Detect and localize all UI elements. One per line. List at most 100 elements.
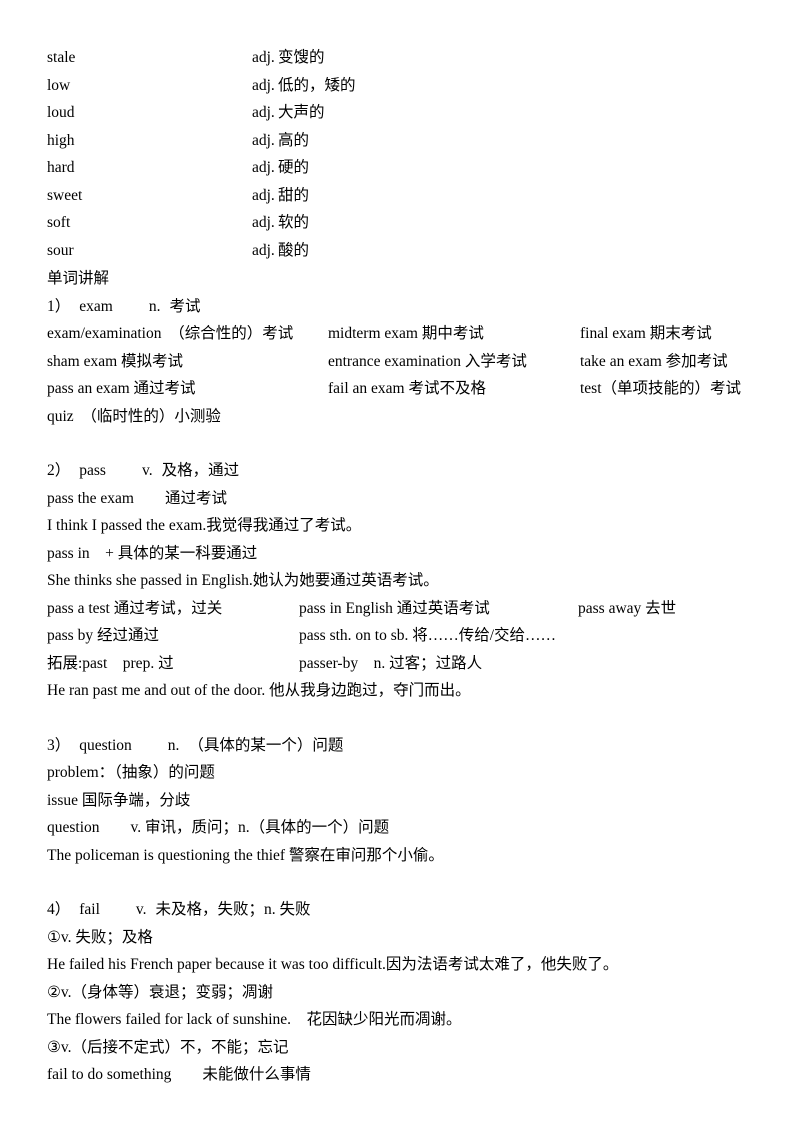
phrase-cell: exam/examination （综合性的）考试 [47,325,294,342]
phrase-cell: pass sth. on to sb. 将……传给/交给…… [299,627,557,644]
entry-pos: n. [167,736,180,754]
sense-gloss: ③v.（后接不定式）不，不能；忘记 [47,1034,747,1062]
vocabulary-definition: 酸的 [278,241,310,259]
entry-example: I think I passed the exam.我觉得我通过了考试。 [47,517,362,534]
vocabulary-definition: 硬的 [278,159,310,176]
entry-definition: 考试 [169,297,201,315]
entry-word: question [79,736,132,754]
entry-word: exam [79,297,113,315]
vocabulary-pos: adj. [252,49,275,66]
entry-line: problem：（抽象）的问题 [47,764,215,781]
entry-heading-pass: 2） pass v. 及格，通过 [47,457,747,485]
vocabulary-pos: adj. [252,214,275,231]
entry-word: fail [79,901,100,918]
vocabulary-word: loud [47,104,75,121]
vocabulary-definition: 高的 [278,131,310,149]
phrase-cell: entrance examination 入学考试 [328,352,527,370]
vocabulary-definition: 甜的 [278,186,310,204]
entry-number: 1） [47,297,71,315]
sense-marker: ③ [47,1038,61,1056]
entry-example: She thinks she passed in English.她认为她要通过… [47,572,439,589]
phrase-cell: pass away 去世 [578,599,677,617]
vocabulary-word: sour [47,241,74,259]
vocabulary-word: soft [47,214,71,231]
entry-definition: （具体的某一个）问题 [188,736,344,754]
entry-number: 3） [47,736,71,754]
entry-tail-line: quiz （临时性的）小测验 [47,407,221,425]
phrase-cell: 拓展:past prep. 过 [47,654,174,672]
phrase-cell: passer-by n. 过客；过路人 [299,654,483,672]
sense-text: v.（后接不定式）不，不能；忘记 [60,1038,289,1056]
phrase-row: 拓展:past prep. 过 passer-by n. 过客；过路人 [47,650,747,678]
vocabulary-pos: adj. [252,76,275,94]
entry-definition: 及格，通过 [161,462,240,479]
entry-example: The policeman is questioning the thief 警… [47,846,444,864]
entry-number: 2） [47,462,71,479]
vocabulary-pos: adj. [252,186,275,204]
phrase-row: exam/examination （综合性的）考试 midterm exam 期… [47,320,747,348]
vocabulary-row: sour adj. 酸的 [47,238,747,266]
phrase-row: pass an exam 通过考试 fail an exam 考试不及格 tes… [47,375,747,403]
entry-pos: n. [148,297,161,315]
vocabulary-row: soft adj. 软的 [47,210,747,238]
phrase-row: pass a test 通过考试，过关 pass in English 通过英语… [47,595,747,623]
entry-pos: v. [141,462,153,479]
vocabulary-pos: adj. [252,241,275,259]
vocabulary-pos: adj. [252,131,275,149]
phrase-cell: fail an exam 考试不及格 [328,380,486,397]
vocabulary-definition: 低的，矮的 [278,76,356,94]
entry-line: issue 国际争端，分歧 [47,791,191,809]
vocabulary-row: high adj. 高的 [47,128,747,156]
vocabulary-definition: 软的 [278,214,310,231]
entry-line: pass in + 具体的某一科要通过 [47,544,258,562]
entry-heading-question: 3） question n. （具体的某一个）问题 [47,732,747,760]
phrase-cell: test（单项技能的）考试 [580,380,742,397]
entry-example: He ran past me and out of the door. 他从我身… [47,682,471,699]
section-title: 单词讲解 [47,270,110,287]
sense-example: The flowers failed for lack of sunshine.… [47,1011,462,1028]
vocabulary-pos: adj. [252,159,275,176]
sense-example: He failed his French paper because it wa… [47,956,619,973]
sense-text: v.（身体等）衰退；变弱；凋谢 [60,983,274,1001]
phrase-row: pass by 经过通过 pass sth. on to sb. 将……传给/交… [47,622,747,650]
sense-gloss: ②v.（身体等）衰退；变弱；凋谢 [47,979,747,1007]
sense-gloss: ①v. 失败；及格 [47,924,747,952]
vocabulary-word: stale [47,49,76,66]
entry-definition: 未及格，失败；n. 失败 [155,901,311,918]
entry-word: pass [79,462,106,479]
entry-heading-exam: 1） exam n. 考试 [47,293,747,321]
vocabulary-row: loud adj. 大声的 [47,100,747,128]
sense-example: fail to do something 未能做什么事情 [47,1066,311,1083]
sense-marker: ② [47,983,61,1001]
phrase-row: sham exam 模拟考试 entrance examination 入学考试… [47,348,747,376]
vocabulary-row: stale adj. 变馊的 [47,45,747,73]
entry-number: 4） [47,901,71,918]
document-page: stale adj. 变馊的 low adj. 低的，矮的 loud adj. … [0,0,794,1123]
vocabulary-word: sweet [47,186,83,204]
entry-heading-fail: 4） fail v. 未及格，失败；n. 失败 [47,896,747,924]
phrase-cell: take an exam 参加考试 [580,352,728,370]
vocabulary-row: hard adj. 硬的 [47,155,747,183]
phrase-cell: sham exam 模拟考试 [47,352,184,370]
vocabulary-pos: adj. [252,104,275,121]
vocabulary-row: sweet adj. 甜的 [47,183,747,211]
vocabulary-list: stale adj. 变馊的 low adj. 低的，矮的 loud adj. … [47,45,747,265]
entry-line: pass the exam 通过考试 [47,489,227,507]
phrase-cell: pass by 经过通过 [47,627,159,644]
vocabulary-row: low adj. 低的，矮的 [47,73,747,101]
phrase-cell: pass in English 通过英语考试 [299,599,490,617]
sense-marker: ① [47,928,61,946]
entry-pos: v. [135,901,147,918]
vocabulary-word: low [47,76,71,94]
entry-line: question v. 审讯，质问；n.（具体的一个）问题 [47,819,390,836]
vocabulary-definition: 大声的 [278,104,325,121]
phrase-cell: pass a test 通过考试，过关 [47,599,223,617]
phrase-cell: midterm exam 期中考试 [328,325,484,342]
phrase-cell: pass an exam 通过考试 [47,380,196,397]
document-body: stale adj. 变馊的 low adj. 低的，矮的 loud adj. … [47,45,747,1089]
phrase-cell: final exam 期末考试 [580,325,712,342]
vocabulary-word: hard [47,159,75,176]
